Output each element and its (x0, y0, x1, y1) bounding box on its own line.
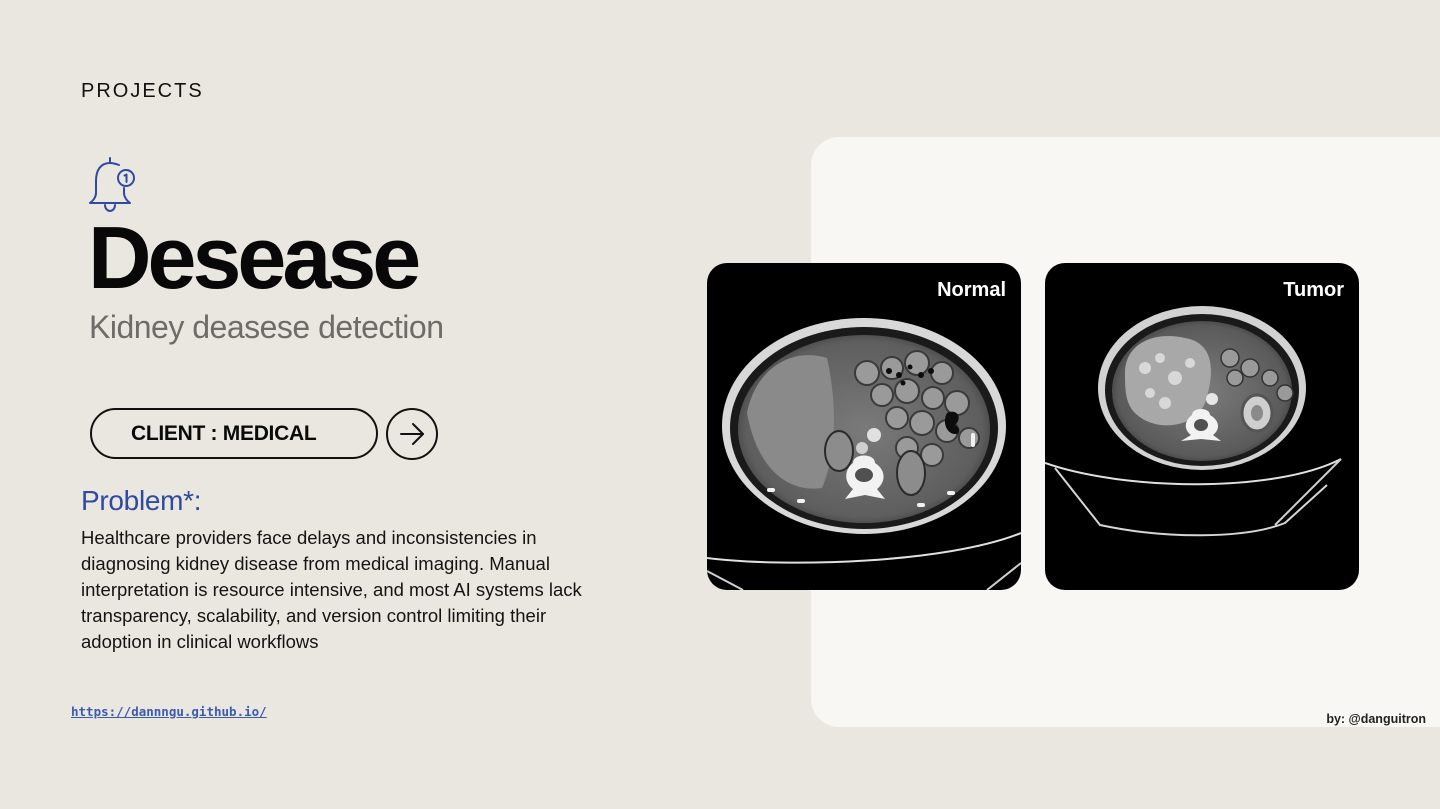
client-button[interactable]: CLIENT : MEDICAL (90, 408, 378, 459)
normal-ct-scan-image (707, 318, 1021, 590)
problem-description: Healthcare providers face delays and inc… (81, 527, 582, 652)
author-byline: by: @danguitron (1326, 712, 1426, 726)
tumor-scan-card: Tumor (1045, 263, 1359, 590)
arrow-right-icon (400, 423, 424, 445)
next-arrow-button[interactable] (386, 408, 438, 460)
portfolio-link[interactable]: https://dannngu.github.io/ (71, 704, 267, 719)
tumor-label: Tumor (1283, 279, 1344, 301)
normal-scan-card: Normal (707, 263, 1021, 590)
page-title: Desease (88, 208, 421, 307)
page-subtitle: Kidney deasese detection (89, 309, 444, 345)
problem-heading: Problem*: (81, 485, 202, 516)
section-label: PROJECTS (81, 80, 204, 102)
bell-icon (89, 157, 135, 212)
tumor-ct-scan-image (1045, 306, 1342, 537)
normal-label: Normal (937, 279, 1006, 301)
